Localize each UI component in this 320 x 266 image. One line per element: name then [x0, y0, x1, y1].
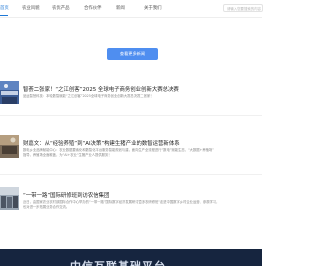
news-description: 品运智慧科技：本轮数智赋能“之江创客”2025全球电子商务创业创新大赛总决赛二张…	[23, 94, 154, 98]
platform-banner: 中信互联基础平台	[0, 249, 262, 266]
view-more-news-button[interactable]: 查看更多新闻	[107, 48, 158, 60]
news-thumbnail-image[interactable]	[0, 135, 19, 158]
nav-item-news[interactable]: 新闻	[116, 5, 125, 11]
news-title[interactable]: 财嘉文：从“经验养殖”到“AI决策”构建生猪产业的数智运营新体系	[23, 139, 180, 147]
divider	[0, 115, 262, 116]
news-title[interactable]: “一带一路”国际研修班到访农信集团	[23, 191, 109, 199]
news-description: 近日，由国家农业农村部国际合作中心举办的“一带一路”国际数字经济发展研讨暨涉农研…	[23, 200, 220, 209]
divider	[0, 174, 262, 175]
news-thumbnail-image[interactable]	[0, 187, 19, 210]
news-thumbnail-image[interactable]	[0, 81, 19, 104]
nav-item-products[interactable]: 农优产品	[52, 5, 70, 11]
banner-title: 中信互联基础平台	[70, 258, 166, 266]
nav-item-agriculture[interactable]: 农业风貌	[22, 5, 40, 11]
nav-active-indicator	[0, 15, 8, 17]
news-description: 数电乡业品牌赋能中心：农业数据要素化和数智化平台服务智能规划与建，面向生产全流程…	[23, 148, 214, 157]
nav-item-about[interactable]: 关于我们	[144, 5, 162, 11]
search-input[interactable]: 请输入您要搜索的内容	[223, 4, 263, 12]
nav-item-partners[interactable]: 合作伙伴	[84, 5, 102, 11]
top-navigation: 首页 农业风貌 农优产品 合作伙伴 新闻 关于我们 请输入您要搜索的内容	[0, 0, 263, 18]
nav-item-home[interactable]: 首页	[0, 5, 9, 11]
news-title[interactable]: 智荟二张家！“之江创客”2025 全球电子商务创业创新大赛总决赛	[23, 85, 179, 93]
